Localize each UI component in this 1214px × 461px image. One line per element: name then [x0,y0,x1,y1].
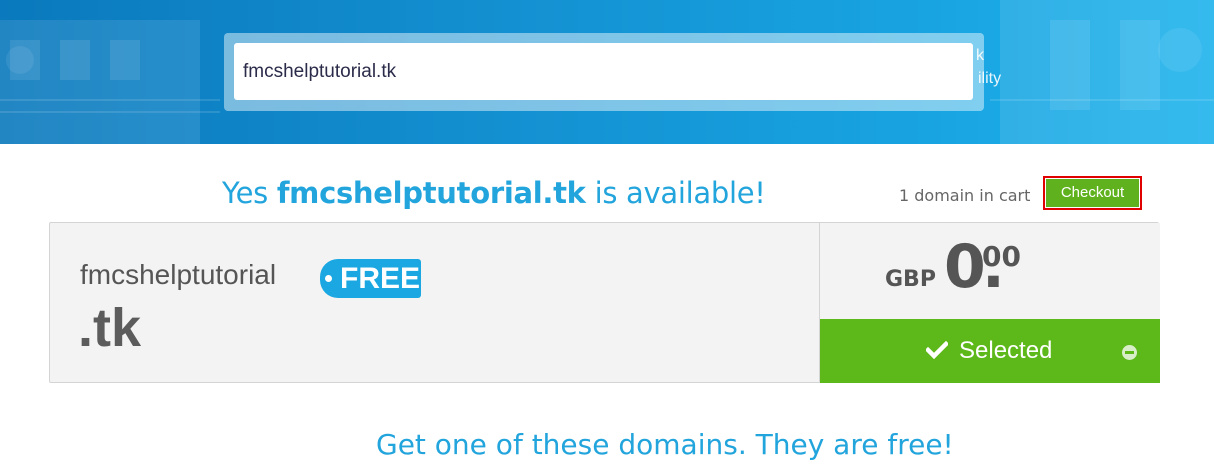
domain-result-card: fmcshelptutorial FREE .tk GBP 0 . 00 Sel… [49,222,1160,383]
free-badge: FREE [320,259,421,298]
selected-label: Selected [959,337,1053,364]
badge-dot-icon [325,275,332,282]
domain-search-input[interactable] [234,43,973,100]
domain-tld: .tk [78,298,142,358]
price-currency: GBP [885,267,936,292]
price-decimal: 00 [982,240,1021,273]
domain-search-box [224,33,984,111]
availability-domain: fmcshelptutorial.tk [276,176,586,210]
free-domains-heading: Get one of these domains. They are free! [376,428,954,461]
availability-suffix: is available! [585,176,766,210]
minus-circle-icon[interactable] [1122,345,1137,360]
free-badge-label: FREE [340,262,421,295]
check-icon [926,341,948,359]
price-integer: 0 [944,232,986,302]
checkout-button[interactable]: Checkout [1043,176,1142,210]
cart-count: 1 domain in cart [899,186,1031,205]
checkout-label: Checkout [1046,179,1139,207]
availability-prefix: Yes [222,176,277,210]
header-banner: k ility [0,0,1214,144]
price-panel: GBP 0 . 00 [819,223,1160,319]
domain-name: fmcshelptutorial [80,259,277,290]
availability-message: Yes fmcshelptutorial.tk is available! [222,176,766,216]
selected-button[interactable]: Selected [819,319,1160,383]
